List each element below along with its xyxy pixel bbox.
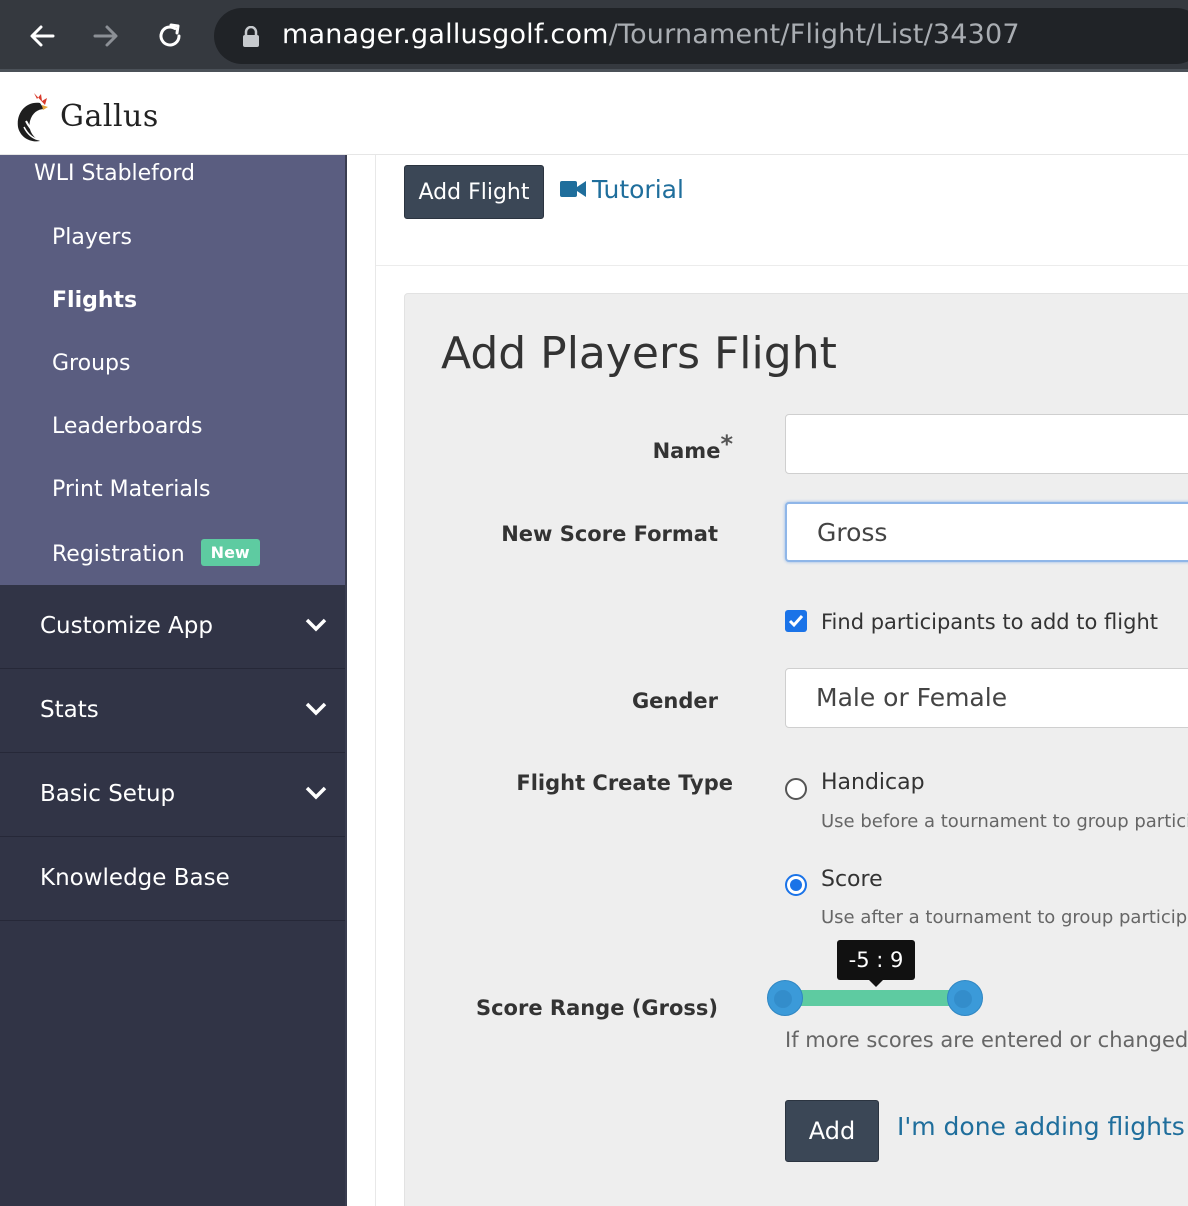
sidebar-section-basic-setup[interactable]: Basic Setup (0, 753, 345, 837)
score-range-label: Score Range (Gross) (475, 996, 718, 1020)
url-host: manager.gallusgolf.com (282, 19, 609, 50)
name-label: Name* (653, 430, 733, 463)
chevron-down-icon (305, 785, 327, 804)
flight-create-type-label: Flight Create Type (516, 771, 733, 795)
gender-select[interactable]: Male or Female (785, 668, 1188, 728)
arrow-left-icon[interactable] (22, 16, 62, 56)
url-text: manager.gallusgolf.com/Tournament/Flight… (282, 19, 1020, 50)
form-title: Add Players Flight (441, 328, 837, 379)
find-participants-checkbox[interactable] (785, 610, 807, 632)
handicap-help: Use before a tournament to group partici… (821, 811, 1188, 832)
tournament-name[interactable]: WLI Stableford (34, 161, 195, 186)
score-help: Use after a tournament to group particip… (821, 907, 1188, 928)
reload-icon[interactable] (150, 16, 190, 56)
chevron-down-icon (305, 701, 327, 720)
browser-toolbar: manager.gallusgolf.com/Tournament/Flight… (0, 0, 1188, 72)
new-badge: New (200, 539, 260, 566)
content-area: Add Flight Tutorial Add Players Flight N… (375, 155, 1188, 1206)
chevron-down-icon (305, 617, 327, 636)
name-input[interactable] (785, 414, 1188, 474)
section-label: Customize App (40, 613, 213, 639)
score-range-min-handle[interactable] (767, 980, 803, 1016)
add-flight-button[interactable]: Add Flight (404, 165, 544, 219)
app-header: Gallus (0, 75, 1188, 155)
sidebar-item-players[interactable]: Players (52, 225, 132, 250)
main-content: Add Flight Tutorial Add Players Flight N… (347, 155, 1188, 1206)
sidebar-item-groups[interactable]: Groups (52, 351, 130, 376)
tutorial-label: Tutorial (592, 175, 684, 204)
done-adding-flights-link[interactable]: I'm done adding flights (897, 1112, 1185, 1141)
score-format-select[interactable]: Gross (785, 502, 1188, 562)
address-bar[interactable]: manager.gallusgolf.com/Tournament/Flight… (214, 8, 1188, 64)
sidebar-item-print-materials[interactable]: Print Materials (52, 477, 210, 502)
score-format-label: New Score Format (501, 522, 718, 546)
check-icon (788, 615, 804, 628)
sidebar-section-customize-app[interactable]: Customize App (0, 585, 345, 669)
rooster-logo-icon[interactable] (12, 91, 54, 149)
divider (376, 265, 1188, 266)
score-range-help: If more scores are entered or changed fo (785, 1028, 1188, 1052)
add-flight-form: Add Players Flight Name* New Score Forma… (404, 293, 1188, 1206)
sidebar: WLI Stableford Players Flights Groups Le… (0, 155, 347, 1206)
score-range-tooltip: -5 : 9 (837, 940, 915, 987)
section-label: Knowledge Base (40, 865, 230, 891)
arrow-right-icon[interactable] (86, 16, 126, 56)
lock-icon (242, 25, 260, 52)
video-camera-icon (560, 175, 586, 204)
tournament-submenu: WLI Stableford Players Flights Groups Le… (0, 155, 345, 585)
score-range-track[interactable] (791, 990, 967, 1006)
sidebar-item-label: Registration (52, 542, 185, 567)
score-radio[interactable] (785, 874, 807, 896)
url-path: /Tournament/Flight/List/34307 (608, 19, 1020, 50)
score-label: Score (821, 867, 883, 892)
find-participants-label: Find participants to add to flight (821, 610, 1158, 634)
score-range-max-handle[interactable] (947, 980, 983, 1016)
handicap-label: Handicap (821, 770, 925, 795)
add-button[interactable]: Add (785, 1100, 879, 1162)
name-label-text: Name (652, 439, 721, 463)
required-mark: * (720, 430, 733, 458)
section-label: Stats (40, 697, 99, 723)
gender-label: Gender (631, 689, 718, 713)
handicap-radio[interactable] (785, 778, 807, 800)
tutorial-link[interactable]: Tutorial (560, 175, 684, 204)
sidebar-item-flights[interactable]: Flights (52, 288, 137, 313)
section-label: Basic Setup (40, 781, 176, 807)
sidebar-item-leaderboards[interactable]: Leaderboards (52, 414, 202, 439)
sidebar-section-stats[interactable]: Stats (0, 669, 345, 753)
brand-name[interactable]: Gallus (60, 99, 159, 134)
sidebar-section-knowledge-base[interactable]: Knowledge Base (0, 837, 345, 921)
sidebar-item-registration[interactable]: Registration New (52, 539, 260, 567)
